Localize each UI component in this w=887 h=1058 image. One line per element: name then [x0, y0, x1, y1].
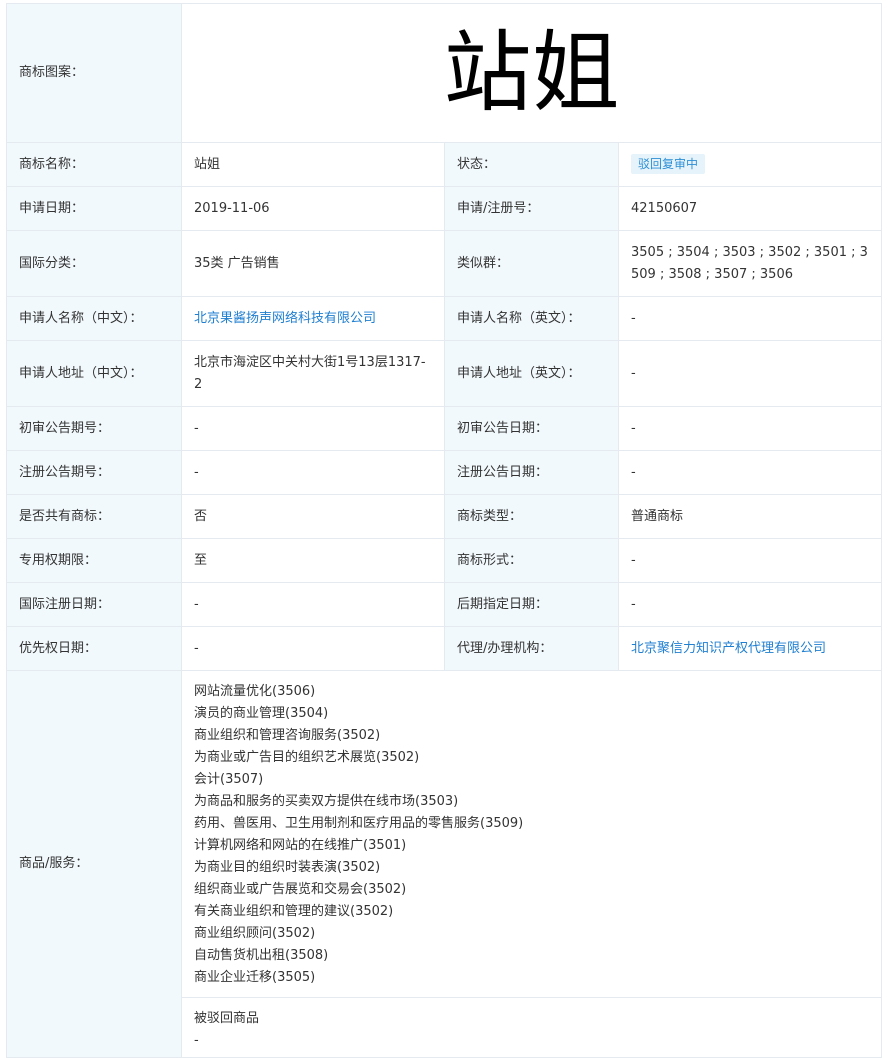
registration-number-value: 42150607 [619, 187, 882, 231]
field-label: 申请人名称（中文）： [7, 297, 182, 341]
table-row: 商标名称： 站姐 状态： 驳回复审中 [7, 143, 882, 187]
field-label: 国际分类： [7, 231, 182, 297]
table-row: 优先权日期： - 代理/办理机构： 北京聚信力知识产权代理有限公司 [7, 627, 882, 671]
applicant-address-en-value: - [619, 341, 882, 407]
applicant-name-cell: 北京果酱扬声网络科技有限公司 [182, 297, 445, 341]
trademark-logo-cell: 站姐 [182, 4, 882, 143]
field-label: 类似群： [445, 231, 619, 297]
list-item: 会计(3507) [194, 769, 869, 791]
field-label: 注册公告期号： [7, 451, 182, 495]
goods-label: 商品/服务： [7, 671, 182, 1058]
field-label: 申请人地址（英文）： [445, 341, 619, 407]
field-label: 商标名称： [7, 143, 182, 187]
logo-label: 商标图案： [7, 4, 182, 143]
field-label: 申请人名称（英文）： [445, 297, 619, 341]
reg-issue-value: - [182, 451, 445, 495]
field-label: 优先权日期： [7, 627, 182, 671]
table-row: 是否共有商标： 否 商标类型： 普通商标 [7, 495, 882, 539]
priority-date-value: - [182, 627, 445, 671]
table-row: 专用权期限： 至 商标形式： - [7, 539, 882, 583]
rejected-goods-title: 被驳回商品 [194, 1008, 869, 1030]
goods-list: 网站流量优化(3506) 演员的商业管理(3504) 商业组织和管理咨询服务(3… [194, 671, 869, 997]
list-item: 计算机网络和网站的在线推广(3501) [194, 835, 869, 857]
table-row: 国际注册日期： - 后期指定日期： - [7, 583, 882, 627]
list-item: 组织商业或广告展览和交易会(3502) [194, 879, 869, 901]
trademark-type-value: 普通商标 [619, 495, 882, 539]
trademark-logo-image: 站姐 [194, 23, 869, 123]
list-item: 演员的商业管理(3504) [194, 703, 869, 725]
intl-reg-date-value: - [182, 583, 445, 627]
field-label: 申请日期： [7, 187, 182, 231]
applicant-name-link[interactable]: 北京果酱扬声网络科技有限公司 [194, 311, 376, 326]
trademark-form-value: - [619, 539, 882, 583]
table-row: 注册公告期号： - 注册公告日期： - [7, 451, 882, 495]
table-row: 初审公告期号： - 初审公告日期： - [7, 407, 882, 451]
prelim-date-value: - [619, 407, 882, 451]
later-designation-date-value: - [619, 583, 882, 627]
trademark-name-value: 站姐 [182, 143, 445, 187]
logo-row: 商标图案： 站姐 [7, 4, 882, 143]
field-label: 初审公告期号： [7, 407, 182, 451]
trademark-detail-table: 商标图案： 站姐 商标名称： 站姐 状态： 驳回复审中 申请日期： 2019-1… [6, 3, 882, 1058]
list-item: 为商品和服务的买卖双方提供在线市场(3503) [194, 791, 869, 813]
field-label: 代理/办理机构： [445, 627, 619, 671]
rejected-goods-value: - [194, 1030, 869, 1052]
table-row: 申请日期： 2019-11-06 申请/注册号： 42150607 [7, 187, 882, 231]
application-date-value: 2019-11-06 [182, 187, 445, 231]
field-label: 商标形式： [445, 539, 619, 583]
exclusive-period-value: 至 [182, 539, 445, 583]
field-label: 商标类型： [445, 495, 619, 539]
field-label: 国际注册日期： [7, 583, 182, 627]
status-cell: 驳回复审中 [619, 143, 882, 187]
agency-link[interactable]: 北京聚信力知识产权代理有限公司 [631, 641, 826, 656]
shared-trademark-value: 否 [182, 495, 445, 539]
list-item: 有关商业组织和管理的建议(3502) [194, 901, 869, 923]
reg-date-value: - [619, 451, 882, 495]
applicant-name-en-value: - [619, 297, 882, 341]
rejected-goods-cell: 被驳回商品 - [182, 998, 882, 1058]
status-badge: 驳回复审中 [631, 154, 705, 174]
goods-row: 商品/服务： 网站流量优化(3506) 演员的商业管理(3504) 商业组织和管… [7, 671, 882, 998]
international-class-value: 35类 广告销售 [182, 231, 445, 297]
list-item: 为商业目的组织时装表演(3502) [194, 857, 869, 879]
field-label: 初审公告日期： [445, 407, 619, 451]
field-label: 状态： [445, 143, 619, 187]
list-item: 商业组织和管理咨询服务(3502) [194, 725, 869, 747]
field-label: 是否共有商标： [7, 495, 182, 539]
field-label: 后期指定日期： [445, 583, 619, 627]
list-item: 自动售货机出租(3508) [194, 945, 869, 967]
list-item: 商业企业迁移(3505) [194, 967, 869, 989]
list-item: 为商业或广告目的组织艺术展览(3502) [194, 747, 869, 769]
field-label: 申请人地址（中文）： [7, 341, 182, 407]
list-item: 商业组织顾问(3502) [194, 923, 869, 945]
table-row: 申请人地址（中文）： 北京市海淀区中关村大街1号13层1317-2 申请人地址（… [7, 341, 882, 407]
list-item: 网站流量优化(3506) [194, 681, 869, 703]
similar-groups-value: 3505 ; 3504 ; 3503 ; 3502 ; 3501 ; 3509 … [619, 231, 882, 297]
prelim-issue-value: - [182, 407, 445, 451]
table-row: 申请人名称（中文）： 北京果酱扬声网络科技有限公司 申请人名称（英文）： - [7, 297, 882, 341]
field-label: 专用权期限： [7, 539, 182, 583]
agency-cell: 北京聚信力知识产权代理有限公司 [619, 627, 882, 671]
applicant-address-value: 北京市海淀区中关村大街1号13层1317-2 [182, 341, 445, 407]
goods-list-cell: 网站流量优化(3506) 演员的商业管理(3504) 商业组织和管理咨询服务(3… [182, 671, 882, 998]
field-label: 注册公告日期： [445, 451, 619, 495]
list-item: 药用、兽医用、卫生用制剂和医疗用品的零售服务(3509) [194, 813, 869, 835]
table-row: 国际分类： 35类 广告销售 类似群： 3505 ; 3504 ; 3503 ;… [7, 231, 882, 297]
field-label: 申请/注册号： [445, 187, 619, 231]
rejected-goods: 被驳回商品 - [194, 998, 869, 1052]
